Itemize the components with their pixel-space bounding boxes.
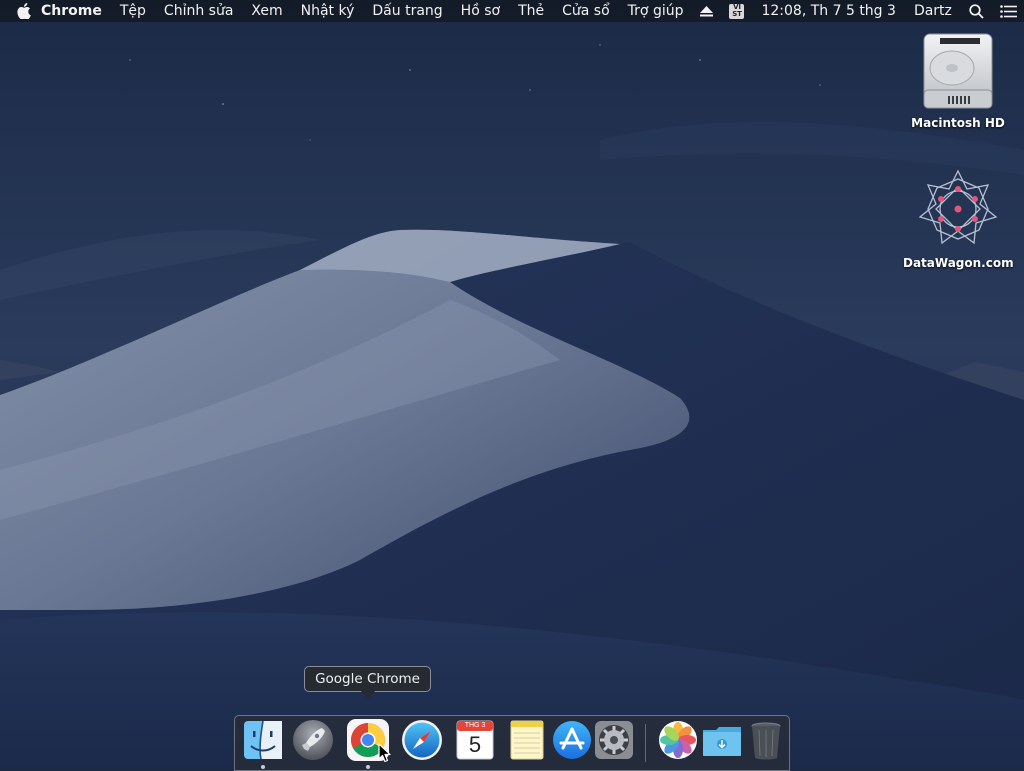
dock-item-launchpad[interactable] — [291, 718, 335, 762]
eject-icon[interactable] — [692, 0, 721, 22]
menu-edit[interactable]: Chỉnh sửa — [155, 0, 242, 22]
running-indicator — [366, 765, 370, 769]
trash-icon — [751, 722, 781, 760]
menu-user[interactable]: Dartz — [905, 0, 961, 22]
menu-clock[interactable]: 12:08, Th 7 5 thg 3 — [752, 0, 904, 22]
input-method-line2: ST — [732, 10, 742, 18]
app-store-icon — [553, 721, 591, 759]
finder-icon — [244, 720, 282, 760]
menu-history[interactable]: Nhật ký — [292, 0, 364, 22]
dock-tooltip-arrow — [361, 691, 375, 699]
dock-item-trash[interactable] — [744, 718, 788, 762]
menu-view[interactable]: Xem — [242, 0, 291, 22]
menu-bookmarks[interactable]: Dấu trang — [363, 0, 451, 22]
dock-item-photos[interactable] — [656, 718, 700, 762]
desktop-wallpaper — [0, 0, 1024, 768]
menu-file[interactable]: Tệp — [111, 0, 155, 22]
menu-tab[interactable]: Thẻ — [509, 0, 553, 22]
calendar-day: 5 — [468, 732, 482, 757]
spotlight-search-icon[interactable] — [961, 0, 992, 22]
notes-icon — [510, 720, 544, 760]
input-method-icon[interactable]: VI ST — [721, 0, 752, 22]
dock-item-notes[interactable] — [505, 718, 549, 762]
hard-drive-icon — [923, 33, 993, 109]
dock-tooltip: Google Chrome — [304, 666, 431, 692]
mouse-cursor-icon — [378, 743, 391, 763]
menu-bar: Chrome Tệp Chỉnh sửa Xem Nhật ký Dấu tra… — [0, 0, 1024, 22]
running-indicator — [261, 765, 265, 769]
menu-help[interactable]: Trợ giúp — [619, 0, 693, 22]
launchpad-icon — [293, 720, 333, 760]
desktop-icon-label: Macintosh HD — [911, 116, 1005, 130]
apple-menu-icon[interactable] — [17, 0, 31, 22]
dock-separator — [645, 724, 646, 762]
notification-center-icon[interactable] — [992, 0, 1024, 22]
downloads-folder-icon — [703, 727, 741, 756]
dock: THG 3 5 — [234, 715, 790, 771]
dock-item-finder[interactable] — [241, 718, 285, 769]
dock-item-app-store[interactable] — [550, 718, 594, 762]
dock-item-calendar[interactable]: THG 3 5 — [453, 718, 497, 762]
desktop-icon-label: DataWagon.com — [903, 256, 1014, 270]
dock-item-safari[interactable] — [400, 718, 444, 762]
geometric-star-icon — [918, 169, 998, 245]
desktop-icon-macintosh-hd[interactable]: Macintosh HD — [903, 30, 1013, 130]
photos-icon — [659, 721, 697, 759]
calendar-month: THG 3 — [464, 722, 486, 729]
dock-item-downloads[interactable] — [700, 718, 744, 762]
system-preferences-icon — [595, 721, 633, 759]
dock-item-system-preferences[interactable] — [592, 718, 636, 762]
menu-profiles[interactable]: Hồ sơ — [452, 0, 509, 22]
menu-window[interactable]: Cửa sổ — [553, 0, 619, 22]
desktop-icon-datawagon[interactable]: DataWagon.com — [903, 166, 1014, 270]
safari-icon — [402, 720, 442, 760]
menu-app-name[interactable]: Chrome — [33, 0, 111, 22]
